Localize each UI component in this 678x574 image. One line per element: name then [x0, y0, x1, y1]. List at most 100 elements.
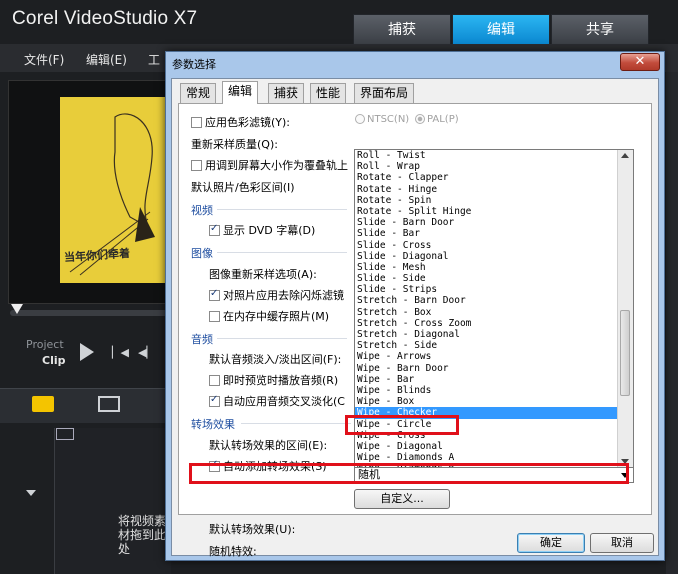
previous-frame-icon[interactable]: ◀▏: [138, 346, 155, 359]
instant-preview-label: 即时预览时播放音频(R): [223, 374, 339, 387]
menu-edit[interactable]: 编辑(E): [86, 51, 127, 68]
ok-button[interactable]: 确定: [517, 533, 585, 553]
transition-list-item[interactable]: Rotate - Hinge: [355, 184, 633, 195]
play-icon[interactable]: [80, 343, 94, 361]
storyboard-view-icon[interactable]: [32, 396, 54, 412]
pal-radio[interactable]: [415, 114, 425, 124]
fit-overlay-checkbox[interactable]: [191, 160, 202, 171]
transition-list-item[interactable]: Rotate - Spin: [355, 195, 633, 206]
transition-list-item[interactable]: Wipe - Barn Door: [355, 363, 633, 374]
project-mode-label[interactable]: Project: [26, 338, 64, 351]
resample-quality-label: 重新采样质量(Q):: [191, 138, 278, 151]
color-filter-label: 应用色彩滤镜(Y):: [205, 116, 291, 129]
color-filter-option[interactable]: 应用色彩滤镜(Y):: [191, 114, 290, 130]
transition-section-title: 转场效果: [191, 418, 235, 431]
ntsc-option[interactable]: NTSC(N): [355, 114, 409, 125]
close-button[interactable]: ✕: [620, 53, 660, 71]
chevron-down-icon[interactable]: [26, 490, 36, 496]
library-strip: [666, 72, 678, 574]
highlight-default-transition: [189, 463, 629, 484]
instant-preview-checkbox[interactable]: [209, 375, 220, 386]
color-filter-checkbox[interactable]: [191, 117, 202, 128]
transition-list-item[interactable]: Slide - Side: [355, 273, 633, 284]
timeline-hint: 将视频素材拖到此处: [118, 514, 167, 556]
transition-list-item[interactable]: Slide - Mesh: [355, 262, 633, 273]
dvd-subtitle-checkbox[interactable]: [209, 223, 220, 236]
transition-list-item[interactable]: Roll - Wrap: [355, 161, 633, 172]
image-section-title: 图像: [191, 247, 213, 260]
transition-list-item[interactable]: Wipe - Box: [355, 396, 633, 407]
clip-mode-label[interactable]: Clip: [42, 354, 66, 367]
transition-list-item[interactable]: Wipe - Diamonds A: [355, 452, 633, 463]
menu-file[interactable]: 文件(F): [24, 51, 64, 68]
track-manager-icon[interactable]: [56, 428, 74, 440]
dvd-subtitle-option[interactable]: 显示 DVD 字幕(D): [209, 222, 315, 238]
app-title: Corel VideoStudio X7: [12, 8, 198, 29]
transition-list-item[interactable]: Wipe - Blinds: [355, 385, 633, 396]
transition-list-item[interactable]: Slide - Cross: [355, 240, 633, 251]
transition-list-item[interactable]: Stretch - Side: [355, 340, 633, 351]
deflicker-label: 对照片应用去除闪烁滤镜: [223, 289, 344, 302]
tab-edit-settings[interactable]: 编辑: [222, 81, 259, 104]
transition-list-item[interactable]: Stretch - Barn Door: [355, 295, 633, 306]
transition-list-item[interactable]: Stretch - Box: [355, 307, 633, 318]
cache-photos-checkbox[interactable]: [209, 311, 220, 322]
transition-list-item[interactable]: Wipe - Bar: [355, 374, 633, 385]
default-transition-label: 默认转场效果(U):: [209, 523, 296, 536]
scroll-thumb[interactable]: [620, 310, 630, 396]
transition-list-item[interactable]: Rotate - Split Hinge: [355, 206, 633, 217]
timeline-view-icon[interactable]: [98, 396, 120, 412]
tab-capture-settings[interactable]: 捕获: [268, 83, 305, 103]
instant-preview-option[interactable]: 即时预览时播放音频(R): [209, 372, 338, 388]
transition-list-item[interactable]: Wipe - Arrows: [355, 351, 633, 362]
tab-performance[interactable]: 性能: [310, 83, 347, 103]
ntsc-label: NTSC(N): [367, 114, 410, 125]
scrubber-track[interactable]: [10, 310, 168, 316]
tab-layout[interactable]: 界面布局: [354, 83, 415, 103]
fit-overlay-label: 用调到屏幕大小作为覆叠轨上: [205, 159, 348, 172]
photo-duration-label: 默认照片/色彩区间(I): [191, 181, 295, 194]
menu-tools[interactable]: 工: [148, 51, 160, 68]
dvd-subtitle-label: 显示 DVD 字幕(D): [223, 224, 316, 237]
transition-duration-label: 默认转场效果的区间(E):: [209, 439, 328, 452]
dialog-body: 常规 编辑 捕获 性能 界面布局 应用色彩滤镜(Y): NTSC(N) PAL(…: [171, 78, 659, 558]
cache-photos-label: 在内存中缓存照片(M): [223, 310, 330, 323]
pal-label: PAL(P): [427, 114, 459, 125]
tab-general[interactable]: 常规: [180, 83, 217, 103]
dialog-title: 参数选择: [172, 58, 216, 71]
divider: [217, 209, 347, 210]
ntsc-radio[interactable]: [355, 114, 365, 124]
view-toggle-bar: [0, 388, 170, 423]
tab-edit[interactable]: 编辑: [452, 14, 550, 46]
deflicker-checkbox[interactable]: [209, 288, 220, 301]
divider: [241, 423, 351, 424]
auto-crossfade-label: 自动应用音频交叉淡化(C: [223, 395, 345, 408]
transition-list-item[interactable]: Rotate - Clapper: [355, 172, 633, 183]
audio-section-title: 音频: [191, 333, 213, 346]
fit-overlay-option[interactable]: 用调到屏幕大小作为覆叠轨上: [191, 157, 348, 173]
transition-list-item[interactable]: Wipe - Diagonal: [355, 441, 633, 452]
random-effects-label: 随机特效:: [209, 545, 257, 558]
preferences-dialog: 参数选择 ✕ 常规 编辑 捕获 性能 界面布局 应用色彩滤镜(Y): NTSC(…: [165, 51, 665, 561]
cancel-button[interactable]: 取消: [590, 533, 654, 553]
transition-list-item[interactable]: Slide - Barn Door: [355, 217, 633, 228]
transition-list-item[interactable]: Roll - Twist: [355, 150, 633, 161]
customize-button[interactable]: 自定义...: [354, 489, 450, 509]
scroll-up-icon[interactable]: [621, 153, 629, 158]
auto-crossfade-option[interactable]: 自动应用音频交叉淡化(C: [209, 393, 345, 409]
transition-list-item[interactable]: Stretch - Cross Zoom: [355, 318, 633, 329]
cache-photos-option[interactable]: 在内存中缓存照片(M): [209, 308, 329, 324]
transition-list-item[interactable]: Stretch - Diagonal: [355, 329, 633, 340]
deflicker-option[interactable]: 对照片应用去除闪烁滤镜: [209, 287, 344, 303]
transition-list-item[interactable]: Slide - Strips: [355, 284, 633, 295]
tab-capture[interactable]: 捕获: [353, 14, 451, 46]
go-to-start-icon[interactable]: ▏◀: [112, 346, 129, 359]
divider: [217, 252, 347, 253]
transition-list-item[interactable]: Slide - Diagonal: [355, 251, 633, 262]
list-scrollbar[interactable]: [617, 150, 633, 468]
scrubber-handle[interactable]: [11, 304, 23, 314]
auto-crossfade-checkbox[interactable]: [209, 394, 220, 407]
pal-option[interactable]: PAL(P): [415, 114, 459, 125]
transition-list-item[interactable]: Slide - Bar: [355, 228, 633, 239]
tab-share[interactable]: 共享: [551, 14, 649, 46]
